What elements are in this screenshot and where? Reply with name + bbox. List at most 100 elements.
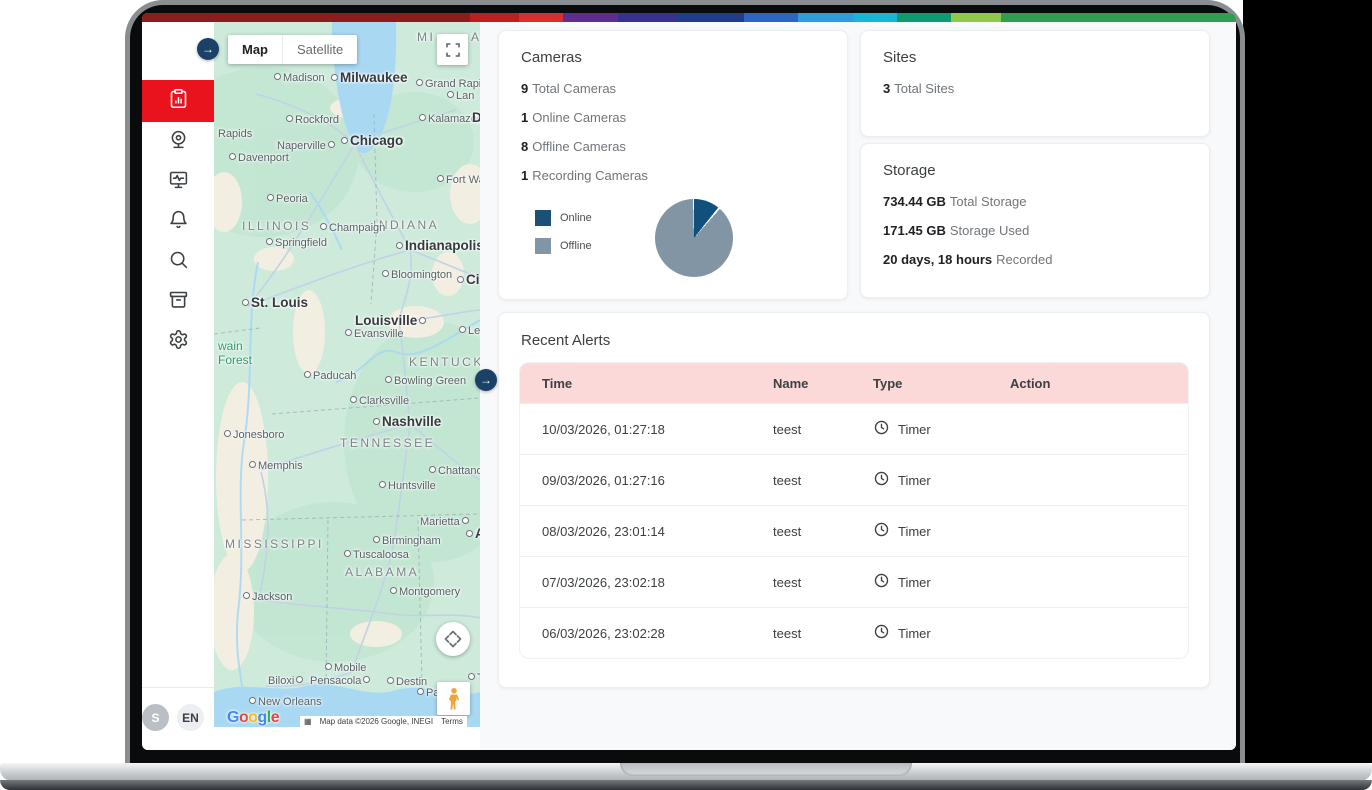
city-marker: [417, 688, 424, 695]
alert-name: teest: [773, 557, 873, 608]
rainbow-segment: [744, 13, 799, 22]
cameras-card: Cameras 9Total Cameras1Online Cameras8Of…: [498, 30, 848, 300]
alert-type: Timer: [873, 557, 1010, 608]
map-expand-arrow[interactable]: →: [475, 369, 497, 391]
keyboard-shortcuts-icon[interactable]: ▦: [300, 716, 316, 727]
fullscreen-icon: [445, 42, 461, 58]
map-state-label: ILLINOIS: [242, 219, 311, 233]
alert-name: teest: [773, 455, 873, 506]
map-city-label: Bowling Green: [383, 375, 466, 387]
terms-link[interactable]: Terms: [437, 716, 467, 727]
legend-item-online: Online: [535, 210, 641, 226]
city-marker: [429, 466, 436, 473]
map-panel[interactable]: MIAILLINOISINDIANAKENTUCKYTENNESSEEMISSI…: [214, 22, 480, 727]
satellite-button[interactable]: Satellite: [282, 35, 357, 64]
city-marker: [373, 536, 380, 543]
city-marker: [396, 242, 403, 249]
city-marker: [466, 530, 473, 537]
rainbow-segment: [678, 13, 744, 22]
map-city-label: Madison: [272, 72, 325, 84]
legend-label: Offline: [560, 240, 592, 252]
user-avatar[interactable]: S: [142, 704, 169, 731]
map-city-label: Birmingham: [371, 535, 441, 547]
screen: S EN: [142, 13, 1236, 750]
fullscreen-button[interactable]: [437, 34, 468, 65]
map-city-label: Mobile: [323, 662, 366, 674]
rainbow-segment: [142, 13, 470, 22]
stat-value: 734.44 GB: [883, 194, 946, 209]
map-city-label: Springfield: [264, 237, 327, 249]
sidebar-item-webcam[interactable]: [142, 122, 214, 162]
map-city-label: Kalamazoo: [417, 113, 480, 125]
sites-card: Sites 3Total Sites: [860, 30, 1210, 137]
city-marker: [345, 329, 352, 336]
rainbow-segment: [618, 13, 678, 22]
sidebar-item-clipboard-chart[interactable]: [142, 80, 214, 122]
map-city-label: Paducah: [302, 370, 356, 382]
map-city-label: Chattanoog: [427, 465, 480, 477]
sidebar-item-monitor-pulse[interactable]: [142, 162, 214, 202]
stat-line: 171.45 GBStorage Used: [883, 223, 1187, 238]
search-icon: [168, 249, 189, 275]
city-marker: [325, 663, 332, 670]
legend-swatch: [535, 210, 551, 226]
map-state-label: TENNESSEE: [340, 436, 435, 450]
stat-line: 734.44 GBTotal Storage: [883, 194, 1187, 209]
map-city-label: Clarksville: [348, 395, 409, 407]
alert-row: 08/03/2026, 23:01:14 teest Timer: [520, 506, 1188, 557]
sidebar-item-gear[interactable]: [142, 322, 214, 362]
city-marker: [328, 141, 335, 148]
stat-label: Recording Cameras: [532, 168, 648, 183]
sidebar-item-bell[interactable]: [142, 202, 214, 242]
map-city-label: A: [464, 526, 480, 541]
alert-type: Timer: [873, 455, 1010, 506]
alert-time: 06/03/2026, 23:02:28: [520, 608, 773, 659]
sidebar-item-archive[interactable]: [142, 282, 214, 322]
sidebar-collapse-arrow[interactable]: →: [197, 38, 219, 60]
alerts-col-action: Action: [1010, 363, 1188, 404]
stat-label: Total Cameras: [532, 81, 616, 96]
stat-value: 8: [521, 139, 528, 154]
map-city-label: Milwaukee: [329, 70, 408, 85]
stat-value: 1: [521, 168, 528, 183]
map-state-label: MI: [417, 30, 435, 44]
map-button[interactable]: Map: [228, 35, 282, 64]
timer-clock-icon: [873, 470, 890, 490]
alert-action: [1010, 506, 1188, 557]
pegman-icon: [443, 686, 465, 712]
bell-icon: [168, 209, 189, 235]
stat-line: 20 days, 18 hoursRecorded: [883, 252, 1187, 267]
stat-line: 9 Total Cameras: [521, 81, 825, 96]
alerts-table-header: TimeNameTypeAction: [520, 363, 1188, 404]
map-state-label: ALABAMA: [345, 565, 419, 579]
city-marker: [320, 223, 327, 230]
stat-value: 9: [521, 81, 528, 96]
pan-control[interactable]: [436, 622, 470, 656]
city-marker: [242, 299, 249, 306]
laptop-mockup: S EN: [0, 0, 1372, 790]
alert-type: Timer: [873, 404, 1010, 455]
alerts-col-type: Type: [873, 363, 1010, 404]
city-marker: [249, 461, 256, 468]
legend-swatch: [535, 238, 551, 254]
city-marker: [363, 676, 370, 683]
sidebar-item-search[interactable]: [142, 242, 214, 282]
pegman-control[interactable]: [437, 682, 470, 715]
sidebar: S EN: [142, 22, 214, 750]
city-marker: [457, 276, 464, 283]
city-marker: [379, 481, 386, 488]
city-marker: [437, 175, 444, 182]
city-marker: [274, 73, 281, 80]
language-selector[interactable]: EN: [177, 704, 204, 731]
city-marker: [229, 153, 236, 160]
rainbow-segment: [470, 13, 519, 22]
city-marker: [447, 91, 454, 98]
alerts-table: TimeNameTypeAction 10/03/2026, 01:27:18 …: [520, 363, 1188, 658]
recent-alerts-title: Recent Alerts: [499, 313, 1209, 362]
recent-alerts-card: Recent Alerts TimeNameTypeAction 10/03/2…: [498, 312, 1210, 688]
google-logo[interactable]: Google: [227, 709, 279, 727]
rainbow-segment: [853, 13, 897, 22]
stat-line: 1 Recording Cameras: [521, 168, 825, 183]
map-city-label: Naperville: [277, 140, 337, 152]
alerts-col-time: Time: [520, 363, 773, 404]
